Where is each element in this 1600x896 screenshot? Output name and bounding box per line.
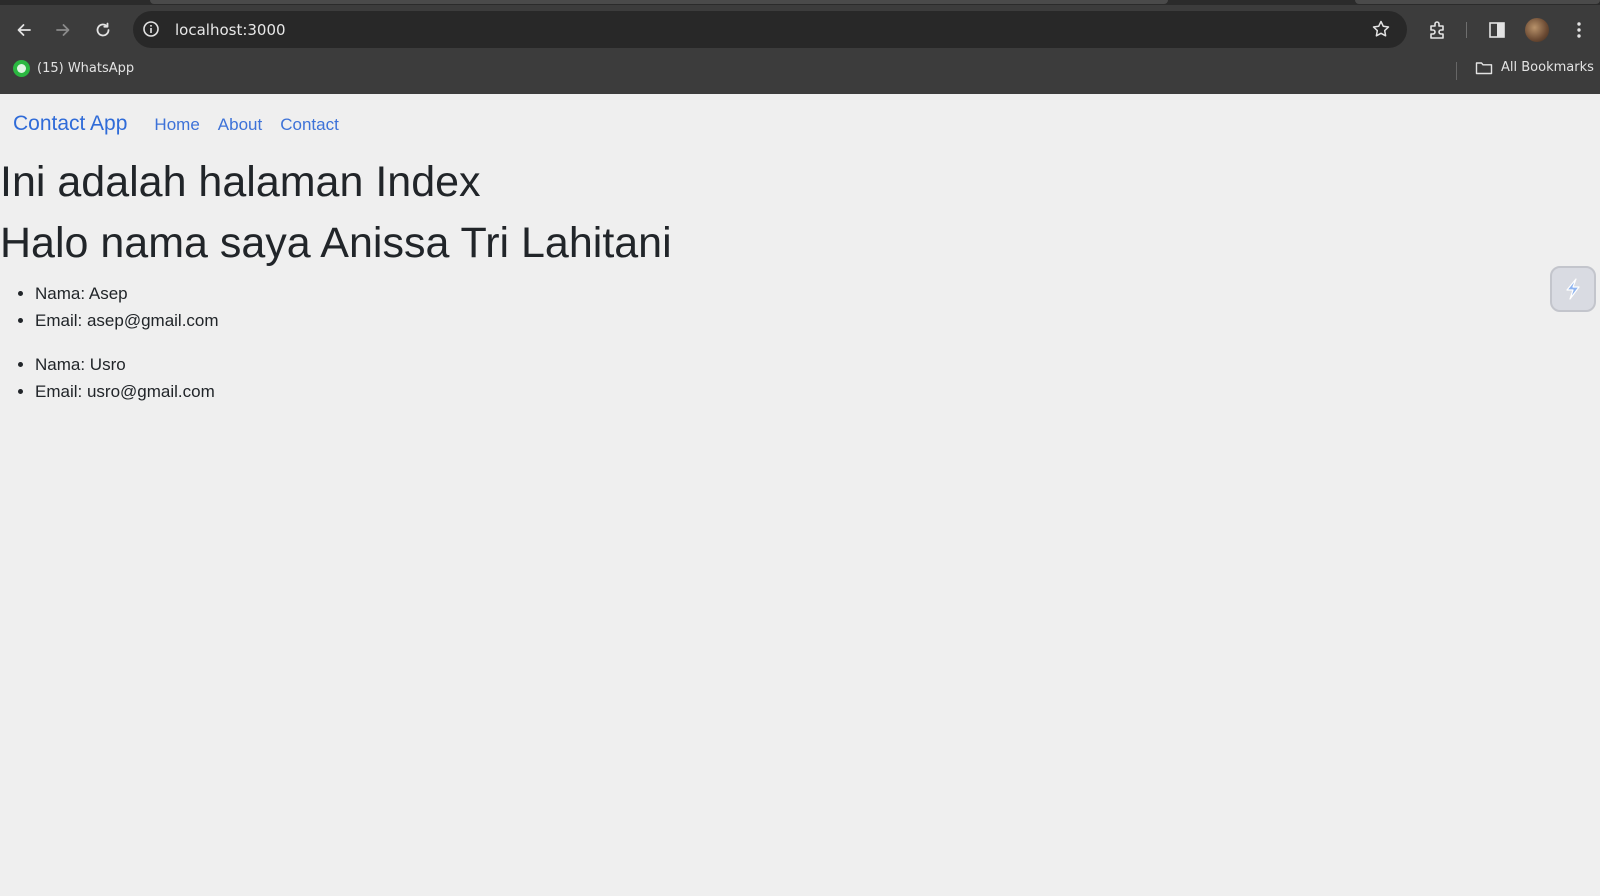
back-arrow-icon: [17, 24, 31, 36]
bookmarks-bar: (15) WhatsApp All Bookmarks: [0, 56, 1600, 86]
bookmark-star-icon[interactable]: [1371, 19, 1391, 39]
reload-icon: [96, 22, 110, 37]
page-content: Contact App Home About Contact Ini adala…: [0, 94, 1600, 896]
contact-email: Email: asep@gmail.com: [35, 307, 219, 334]
nav-link-about[interactable]: About: [218, 115, 262, 135]
contact-list: Nama: Asep Email: asep@gmail.com: [0, 280, 219, 334]
page-title: Ini adalah halaman Index: [0, 158, 481, 206]
url-text[interactable]: localhost:3000: [175, 21, 286, 39]
address-bar[interactable]: localhost:3000: [133, 11, 1407, 48]
contact-name: Nama: Asep: [35, 280, 219, 307]
all-bookmarks-button[interactable]: All Bookmarks: [1475, 60, 1594, 75]
lightning-icon: [1566, 278, 1580, 300]
forward-arrow-icon: [56, 24, 70, 36]
active-tab[interactable]: [150, 0, 1168, 4]
all-bookmarks-label: All Bookmarks: [1501, 60, 1594, 75]
contact-name: Nama: Usro: [35, 351, 215, 378]
inactive-tab[interactable]: [1355, 0, 1600, 4]
more-menu-icon[interactable]: [1568, 19, 1590, 41]
whatsapp-icon: [13, 60, 30, 77]
contact-email: Email: usro@gmail.com: [35, 378, 215, 405]
profile-avatar[interactable]: [1525, 18, 1549, 42]
folder-icon: [1475, 61, 1493, 74]
extension-floating-button[interactable]: [1550, 266, 1596, 312]
navbar-brand[interactable]: Contact App: [13, 112, 127, 136]
back-button[interactable]: [11, 17, 37, 43]
forward-button[interactable]: [50, 17, 76, 43]
nav-link-home[interactable]: Home: [154, 115, 199, 135]
toolbar-divider: [1466, 22, 1467, 38]
side-panel-icon[interactable]: [1486, 19, 1508, 41]
bookmarks-divider: [1456, 62, 1457, 80]
extensions-puzzle-icon[interactable]: [1427, 19, 1449, 41]
bookmark-label: (15) WhatsApp: [37, 61, 135, 76]
reload-button[interactable]: [90, 17, 116, 43]
contact-list: Nama: Usro Email: usro@gmail.com: [0, 351, 215, 405]
nav-link-contact[interactable]: Contact: [280, 115, 339, 135]
browser-toolbar: localhost:3000: [0, 6, 1600, 54]
greeting-heading: Halo nama saya Anissa Tri Lahitani: [0, 219, 672, 267]
navbar: Contact App Home About Contact: [13, 112, 357, 136]
bookmark-whatsapp[interactable]: (15) WhatsApp: [13, 60, 134, 77]
site-info-icon[interactable]: [142, 20, 160, 38]
browser-chrome: localhost:3000 (15) WhatsApp All Bookmar…: [0, 0, 1600, 94]
